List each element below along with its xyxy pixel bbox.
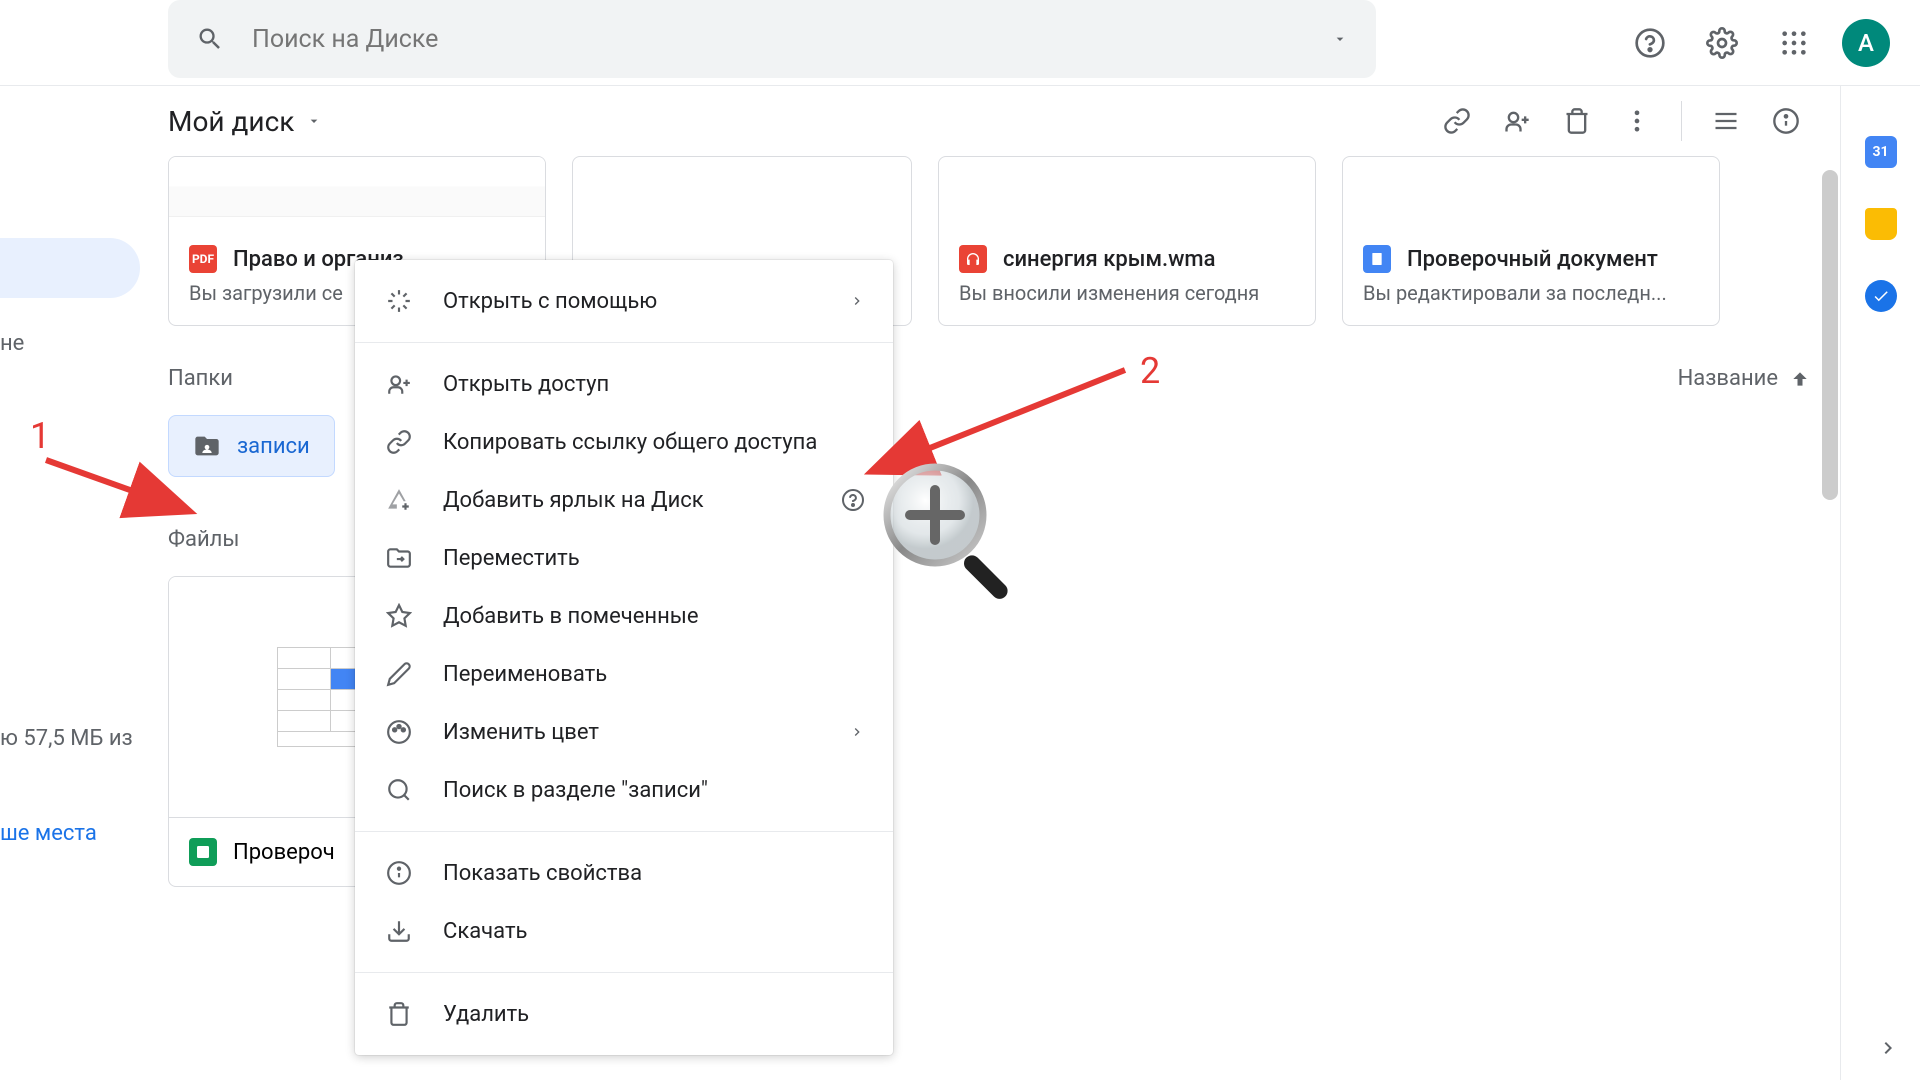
more-actions-button[interactable] bbox=[1613, 97, 1661, 145]
person-add-icon bbox=[383, 371, 415, 397]
menu-show-details[interactable]: Показать свойства bbox=[355, 844, 893, 902]
menu-label: Добавить ярлык на Диск bbox=[443, 488, 704, 513]
shared-folder-icon bbox=[193, 432, 221, 460]
search-input[interactable] bbox=[252, 25, 1332, 54]
file-card[interactable]: синергия крым.wma Вы вносили изменения с… bbox=[938, 156, 1316, 326]
download-icon bbox=[383, 918, 415, 944]
file-title-label: Проверочный документ bbox=[1407, 247, 1658, 272]
share-button[interactable] bbox=[1493, 97, 1541, 145]
palette-icon bbox=[383, 719, 415, 745]
menu-search-in[interactable]: Поиск в разделе "записи" bbox=[355, 761, 893, 819]
file-title-label: синергия крым.wma bbox=[1003, 247, 1215, 272]
menu-label: Переименовать bbox=[443, 662, 607, 687]
get-link-button[interactable] bbox=[1433, 97, 1481, 145]
header-actions: А bbox=[1626, 19, 1890, 67]
menu-label: Копировать ссылку общего доступа bbox=[443, 430, 817, 455]
delete-button[interactable] bbox=[1553, 97, 1601, 145]
right-sidebar: 31 bbox=[1840, 86, 1920, 1080]
help-icon[interactable] bbox=[841, 488, 865, 512]
folder-move-icon bbox=[383, 545, 415, 571]
avatar[interactable]: А bbox=[1842, 19, 1890, 67]
menu-change-color[interactable]: Изменить цвет bbox=[355, 703, 893, 761]
context-menu: Открыть с помощью Открыть доступ Копиров… bbox=[355, 260, 893, 1055]
drive-add-icon bbox=[383, 487, 415, 513]
menu-delete[interactable]: Удалить bbox=[355, 985, 893, 1043]
open-with-icon bbox=[383, 288, 415, 314]
file-card-subtitle: Вы вносили изменения сегодня bbox=[959, 281, 1295, 305]
tasks-app-icon[interactable] bbox=[1865, 280, 1897, 312]
menu-move[interactable]: Переместить bbox=[355, 529, 893, 587]
file-name-label: Провероч bbox=[233, 840, 335, 865]
settings-button[interactable] bbox=[1698, 19, 1746, 67]
toolbar bbox=[1433, 86, 1810, 156]
menu-copy-link[interactable]: Копировать ссылку общего доступа bbox=[355, 413, 893, 471]
menu-label: Изменить цвет bbox=[443, 720, 599, 745]
chevron-right-icon bbox=[849, 724, 865, 740]
sort-label-text: Название bbox=[1678, 366, 1778, 391]
chevron-right-icon bbox=[849, 293, 865, 309]
star-icon bbox=[383, 603, 415, 629]
chevron-down-icon bbox=[306, 113, 322, 129]
storage-buy-link[interactable]: ше места bbox=[0, 821, 97, 846]
menu-share[interactable]: Открыть доступ bbox=[355, 355, 893, 413]
audio-icon bbox=[959, 245, 987, 273]
file-card-title: синергия крым.wma bbox=[959, 245, 1295, 273]
keep-app-icon[interactable] bbox=[1865, 208, 1897, 240]
file-card-title: Проверочный документ bbox=[1363, 245, 1699, 273]
menu-open-with[interactable]: Открыть с помощью bbox=[355, 272, 893, 330]
details-button[interactable] bbox=[1762, 97, 1810, 145]
menu-label: Переместить bbox=[443, 546, 580, 571]
header: А bbox=[0, 0, 1920, 86]
menu-divider bbox=[355, 831, 893, 832]
sidebar-active-item[interactable] bbox=[0, 238, 140, 298]
storage-usage-label: ю 57,5 МБ из bbox=[0, 726, 133, 751]
search-options-icon[interactable] bbox=[1332, 31, 1348, 47]
menu-label: Открыть доступ bbox=[443, 372, 609, 397]
trash-icon bbox=[383, 1001, 415, 1027]
folder-item[interactable]: записи bbox=[168, 415, 335, 477]
link-icon bbox=[383, 429, 415, 455]
info-icon bbox=[383, 860, 415, 886]
breadcrumb-title[interactable]: Мой диск bbox=[168, 105, 322, 138]
rename-icon bbox=[383, 661, 415, 687]
menu-label: Добавить в помеченные bbox=[443, 604, 699, 629]
breadcrumb-label: Мой диск bbox=[168, 105, 294, 138]
menu-label: Открыть с помощью bbox=[443, 289, 657, 314]
sheets-icon bbox=[189, 838, 217, 866]
menu-label: Поиск в разделе "записи" bbox=[443, 778, 708, 803]
breadcrumb: Мой диск bbox=[168, 86, 1810, 156]
search-bar[interactable] bbox=[168, 0, 1376, 78]
file-card-subtitle: Вы редактировали за последн... bbox=[1363, 281, 1699, 305]
list-view-button[interactable] bbox=[1702, 97, 1750, 145]
help-button[interactable] bbox=[1626, 19, 1674, 67]
pdf-icon: PDF bbox=[189, 245, 217, 273]
menu-label: Показать свойства bbox=[443, 861, 642, 886]
search-icon bbox=[383, 777, 415, 803]
menu-download[interactable]: Скачать bbox=[355, 902, 893, 960]
menu-divider bbox=[355, 972, 893, 973]
menu-rename[interactable]: Переименовать bbox=[355, 645, 893, 703]
menu-label: Удалить bbox=[443, 1002, 529, 1027]
expand-sidebar-icon[interactable] bbox=[1876, 1036, 1900, 1060]
sidebar-item-label: не bbox=[0, 331, 24, 356]
files-title: Файлы bbox=[168, 527, 239, 552]
docs-icon bbox=[1363, 245, 1391, 273]
toolbar-divider bbox=[1681, 101, 1682, 141]
annotation-label-2: 2 bbox=[1140, 350, 1160, 392]
arrow-up-icon bbox=[1790, 369, 1810, 389]
menu-add-shortcut[interactable]: Добавить ярлык на Диск bbox=[355, 471, 893, 529]
annotation-label-1: 1 bbox=[30, 415, 50, 457]
sort-button[interactable]: Название bbox=[1678, 366, 1810, 391]
folder-name-label: записи bbox=[237, 434, 310, 459]
menu-label: Скачать bbox=[443, 919, 527, 944]
scrollbar[interactable] bbox=[1822, 170, 1838, 500]
apps-button[interactable] bbox=[1770, 19, 1818, 67]
menu-add-starred[interactable]: Добавить в помеченные bbox=[355, 587, 893, 645]
calendar-app-icon[interactable]: 31 bbox=[1865, 136, 1897, 168]
file-card[interactable]: Проверочный документ Вы редактировали за… bbox=[1342, 156, 1720, 326]
search-icon bbox=[196, 25, 224, 53]
folders-title: Папки bbox=[168, 366, 233, 391]
menu-divider bbox=[355, 342, 893, 343]
file-preview bbox=[169, 157, 545, 217]
